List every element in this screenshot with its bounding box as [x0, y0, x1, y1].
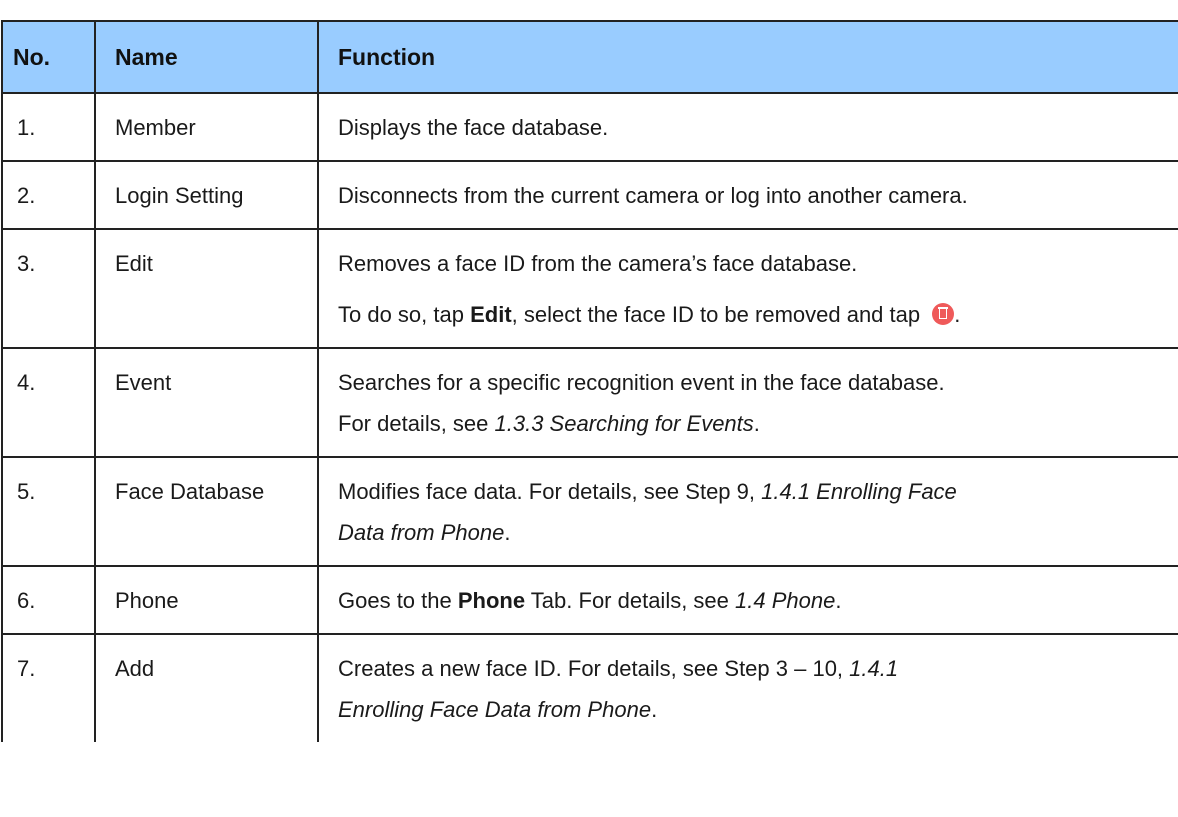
- section-ref: 1.4.1: [849, 656, 899, 681]
- table-row: 6. Phone Goes to the Phone Tab. For deta…: [1, 565, 1178, 635]
- function-text: , select the face ID to be removed and t…: [511, 302, 927, 327]
- row-function: Creates a new face ID. For details, see …: [338, 635, 1178, 742]
- row-name: Add: [115, 656, 155, 681]
- function-text: Creates a new face ID. For details, see …: [338, 656, 850, 681]
- function-text: Goes to the: [338, 588, 458, 613]
- section-ref: 1.3.3 Searching for Events: [494, 411, 754, 436]
- function-text: .: [753, 411, 760, 436]
- row-name: Event: [115, 370, 172, 395]
- function-text: .: [651, 697, 658, 722]
- row-number: 6.: [17, 588, 36, 613]
- row-name: Phone: [115, 588, 179, 613]
- function-text: Tab. For details, see: [525, 588, 736, 613]
- row-function: Displays the face database.: [338, 94, 1178, 160]
- function-text: .: [954, 302, 961, 327]
- edit-ref: Edit: [470, 302, 512, 327]
- function-text: Removes a face ID from the camera’s face…: [338, 251, 858, 276]
- row-function: Goes to the Phone Tab. For details, see …: [338, 567, 1178, 633]
- section-ref: 1.4 Phone: [735, 588, 836, 613]
- row-number: 1.: [17, 115, 36, 140]
- row-function: Disconnects from the current camera or l…: [338, 162, 1178, 228]
- tab-ref: Phone: [457, 588, 526, 613]
- function-text: .: [504, 520, 511, 545]
- row-name: Member: [115, 115, 196, 140]
- row-function: Removes a face ID from the camera’s face…: [338, 230, 1178, 347]
- table-header-row: No. Name Function: [1, 20, 1178, 94]
- header-no: No.: [1, 20, 96, 94]
- header-name: Name: [94, 20, 319, 94]
- table-row: 1. Member Displays the face database.: [1, 92, 1178, 162]
- section-ref: 1.4.1 Enrolling Face: [761, 479, 957, 504]
- section-ref: Enrolling Face Data from Phone: [338, 697, 652, 722]
- row-number: 2.: [17, 183, 36, 208]
- function-text: To do so, tap: [338, 302, 471, 327]
- function-text: Modifies face data. For details, see Ste…: [338, 479, 762, 504]
- row-name: Login Setting: [115, 183, 244, 208]
- row-number: 4.: [17, 370, 36, 395]
- table-row: 7. Add Creates a new face ID. For detail…: [1, 633, 1178, 742]
- table-row: 3. Edit Removes a face ID from the camer…: [1, 228, 1178, 349]
- section-ref: Data from Phone: [338, 520, 505, 545]
- row-number: 3.: [17, 251, 36, 276]
- function-text: Disconnects from the current camera or l…: [338, 183, 968, 208]
- row-number: 7.: [17, 656, 36, 681]
- row-function: Modifies face data. For details, see Ste…: [338, 458, 1178, 565]
- row-name: Edit: [115, 251, 153, 276]
- row-function: Searches for a specific recognition even…: [338, 349, 1178, 456]
- function-text: .: [835, 588, 842, 613]
- row-name: Face Database: [115, 479, 265, 504]
- row-number: 5.: [17, 479, 36, 504]
- header-function: Function: [317, 20, 1178, 94]
- function-text: For details, see: [338, 411, 495, 436]
- function-table: No. Name Function 1. Member Displays the…: [1, 20, 1178, 742]
- table-row: 5. Face Database Modifies face data. For…: [1, 456, 1178, 567]
- function-text: Displays the face database.: [338, 115, 609, 140]
- table-row: 2. Login Setting Disconnects from the cu…: [1, 160, 1178, 230]
- function-text: Searches for a specific recognition even…: [338, 370, 945, 395]
- trash-icon: [932, 303, 955, 325]
- table-row: 4. Event Searches for a specific recogni…: [1, 347, 1178, 458]
